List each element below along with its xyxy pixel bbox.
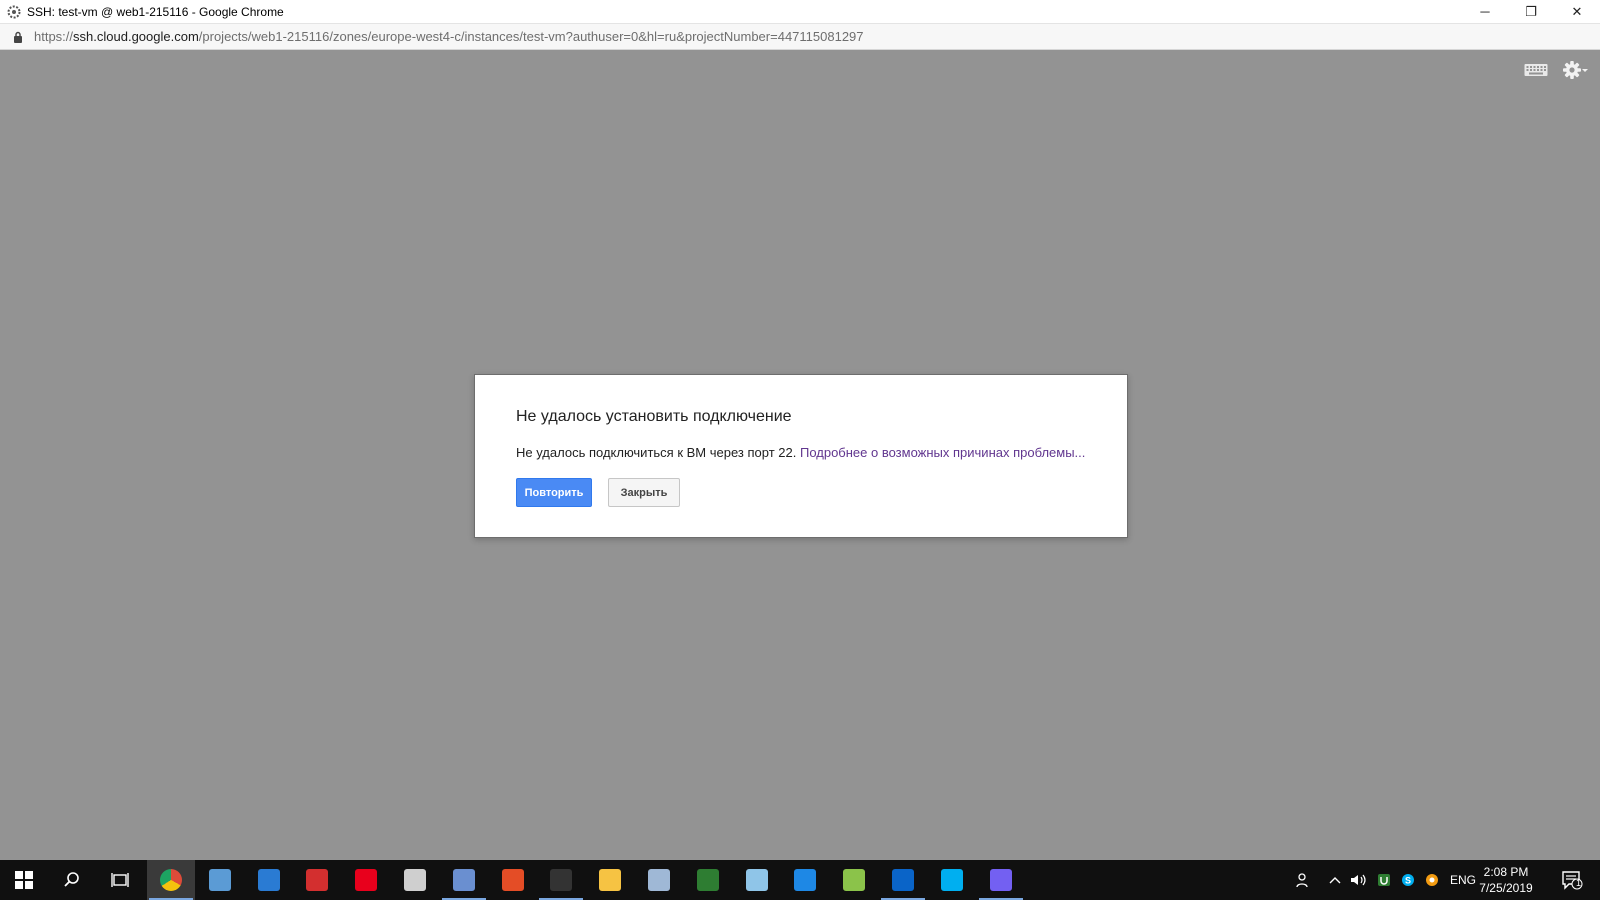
viber-icon	[990, 869, 1012, 891]
keyboard-icon[interactable]	[1524, 62, 1548, 78]
close-button[interactable]: Закрыть	[608, 478, 680, 507]
ssh-gear-icon	[7, 5, 21, 19]
taskbar-app-viber[interactable]	[977, 860, 1025, 900]
blue-circle-app-icon	[794, 869, 816, 891]
connection-error-dialog: Не удалось установить подключение Не уда…	[474, 374, 1128, 538]
paint-icon	[648, 869, 670, 891]
taskbar-app-chrome[interactable]	[147, 860, 195, 900]
url-host: ssh.cloud.google.com	[73, 29, 199, 44]
taskbar-app-outlook[interactable]	[879, 860, 927, 900]
title-bar: SSH: test-vm @ web1-215116 - Google Chro…	[0, 0, 1600, 23]
url-text[interactable]: https://ssh.cloud.google.com/projects/we…	[34, 29, 864, 44]
notes-app-icon	[746, 869, 768, 891]
taskbar-app-green-u-app[interactable]	[684, 860, 732, 900]
clock-date: 7/25/2019	[1479, 881, 1533, 895]
dialog-message-text: Не удалось подключиться к ВМ через порт …	[516, 445, 797, 460]
taskbar-app-skype[interactable]	[928, 860, 976, 900]
notification-count: 1	[1576, 878, 1582, 888]
network-tool-icon	[209, 869, 231, 891]
clock[interactable]: 2:08 PM 7/25/2019	[1474, 864, 1538, 896]
windows-logo-icon	[15, 871, 33, 889]
chevron-up-icon[interactable]	[1326, 860, 1344, 900]
restore-button[interactable]: ❐	[1508, 0, 1554, 23]
notepad-plus-icon	[843, 869, 865, 891]
vscode-icon	[258, 869, 280, 891]
address-bar[interactable]: https://ssh.cloud.google.com/projects/we…	[0, 23, 1600, 50]
taskbar-app-notes-app[interactable]	[733, 860, 781, 900]
notification-center-button[interactable]: 1	[1552, 860, 1592, 900]
chrome-icon	[160, 869, 182, 891]
file-explorer-icon	[599, 869, 621, 891]
red-app-icon	[306, 869, 328, 891]
dialog-title: Не удалось установить подключение	[516, 408, 792, 425]
taskbar-app-paint[interactable]	[635, 860, 683, 900]
window-title: SSH: test-vm @ web1-215116 - Google Chro…	[27, 4, 284, 19]
lock-icon	[14, 31, 22, 43]
task-view-icon	[111, 873, 129, 887]
url-path: /projects/web1-215116/zones/europe-west4…	[198, 29, 864, 44]
skype-icon	[941, 869, 963, 891]
search-icon	[64, 872, 79, 887]
taskbar-app-opera[interactable]	[342, 860, 390, 900]
ssh-terminal-area: Не удалось установить подключение Не уда…	[0, 50, 1600, 860]
search-button[interactable]	[48, 860, 96, 900]
taskbar: S ENG 2:08 PM 7/25/2019 1	[0, 860, 1600, 900]
taskbar-app-red-swirl[interactable]	[489, 860, 537, 900]
url-scheme: https://	[34, 29, 74, 44]
taskbar-app-vscode[interactable]	[245, 860, 293, 900]
dialog-message: Не удалось подключиться к ВМ через порт …	[516, 445, 1085, 460]
svg-text:S: S	[1405, 876, 1411, 886]
taskbar-app-notepad-plus[interactable]	[830, 860, 878, 900]
green-tray-icon[interactable]	[1374, 860, 1394, 900]
taskbar-app-blue-circle-app[interactable]	[781, 860, 829, 900]
green-u-app-icon	[697, 869, 719, 891]
volume-icon[interactable]	[1348, 860, 1370, 900]
orange-tray-icon[interactable]	[1422, 860, 1442, 900]
taskbar-app-remote-desktop[interactable]	[440, 860, 488, 900]
taskbar-app-calculator[interactable]	[391, 860, 439, 900]
opera-icon	[355, 869, 377, 891]
taskbar-app-file-explorer[interactable]	[586, 860, 634, 900]
task-view-button[interactable]	[96, 860, 144, 900]
close-window-button[interactable]: ✕	[1554, 0, 1600, 23]
remote-desktop-icon	[453, 869, 475, 891]
outlook-icon	[892, 869, 914, 891]
terminal-icon	[550, 869, 572, 891]
taskbar-app-terminal[interactable]	[537, 860, 585, 900]
calculator-icon	[404, 869, 426, 891]
troubleshoot-link[interactable]: Подробнее о возможных причинах проблемы.…	[800, 445, 1085, 460]
settings-gear-icon[interactable]	[1562, 59, 1588, 81]
skype-tray-icon[interactable]: S	[1398, 860, 1418, 900]
taskbar-app-network-tool[interactable]	[196, 860, 244, 900]
people-icon[interactable]	[1292, 860, 1316, 900]
minimize-button[interactable]: ─	[1462, 0, 1508, 23]
clock-time: 2:08 PM	[1483, 865, 1529, 879]
retry-button[interactable]: Повторить	[516, 478, 592, 507]
taskbar-app-red-app[interactable]	[293, 860, 341, 900]
red-swirl-icon	[502, 869, 524, 891]
start-button[interactable]	[0, 860, 48, 900]
